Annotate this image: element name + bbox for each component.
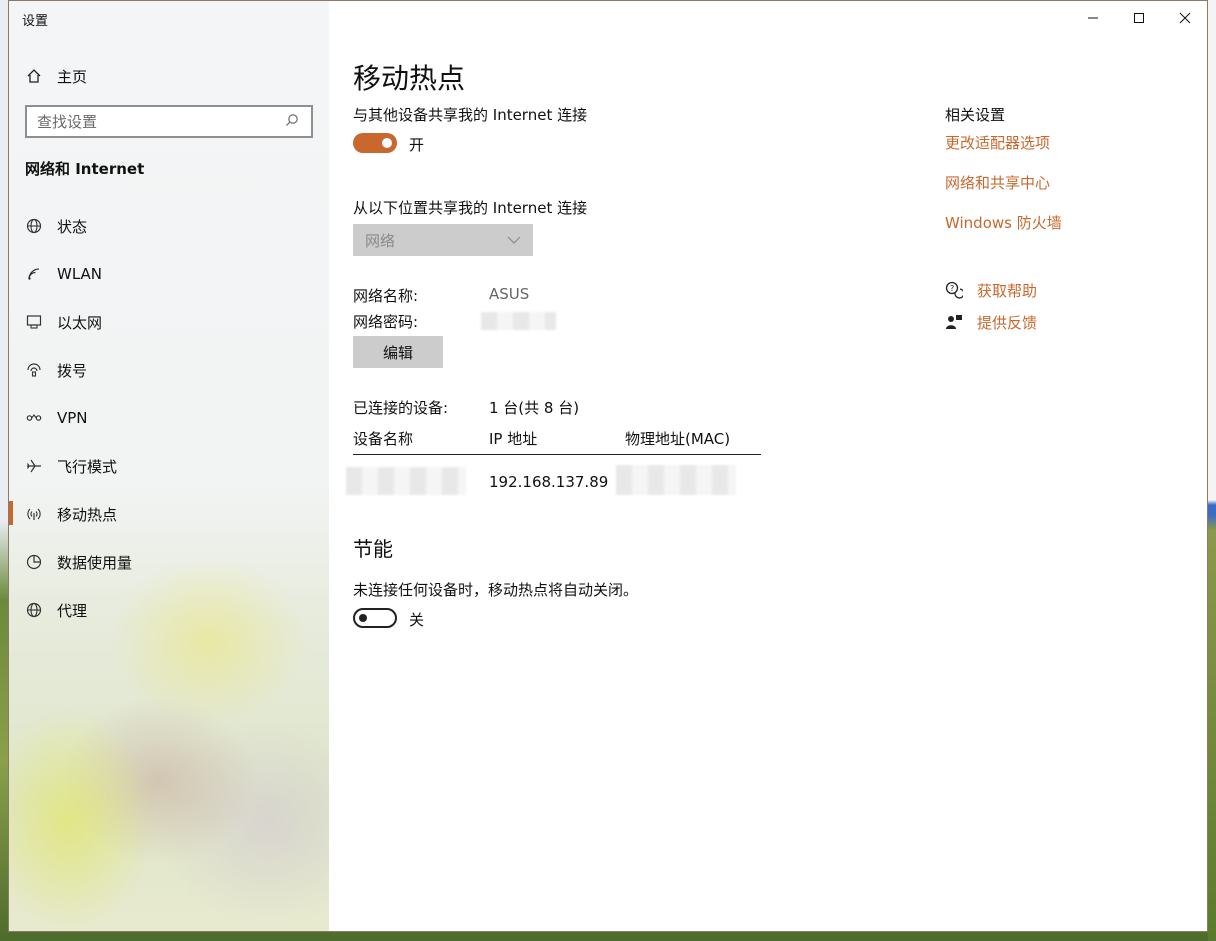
- sidebar-item-label: 主页: [57, 67, 88, 86]
- related-settings-title: 相关设置: [945, 106, 1006, 124]
- network-name-label: 网络名称:: [353, 287, 419, 305]
- network-password-value: [481, 312, 556, 330]
- sidebar-item-label: 以太网: [57, 313, 103, 332]
- sidebar-item-label: WLAN: [57, 265, 103, 283]
- dialup-icon: [25, 361, 43, 379]
- globe-status-icon: [25, 217, 43, 235]
- help-chat-icon: ?: [945, 281, 965, 303]
- chevron-down-icon: [507, 236, 521, 244]
- main-content: 移动热点 与其他设备共享我的 Internet 连接 开 从以下位置共享我的 I…: [329, 1, 1207, 931]
- hotspot-icon: [25, 505, 43, 523]
- sidebar-item-label: 代理: [57, 601, 88, 620]
- get-help-link[interactable]: 获取帮助: [977, 280, 1037, 301]
- svg-text:?: ?: [950, 284, 954, 293]
- share-from-select[interactable]: 网络: [353, 224, 533, 256]
- share-from-label: 从以下位置共享我的 Internet 连接: [353, 199, 588, 217]
- network-password-label: 网络密码:: [353, 313, 419, 331]
- power-saving-toggle-state: 关: [409, 611, 425, 629]
- share-toggle[interactable]: [353, 133, 397, 153]
- search-input[interactable]: 查找设置: [27, 111, 285, 132]
- network-name-value: ASUS: [489, 285, 530, 303]
- sidebar-item-label: 状态: [57, 217, 88, 236]
- wifi-icon: [25, 265, 43, 283]
- search-box[interactable]: 查找设置: [25, 105, 313, 138]
- column-header-device-name: 设备名称: [353, 430, 414, 448]
- home-icon: [25, 67, 43, 85]
- settings-window: 主页 查找设置 网络和 Internet 状态 WLAN 以太网 拨号 VPN …: [8, 0, 1208, 932]
- vpn-icon: [25, 409, 43, 427]
- power-saving-toggle[interactable]: [353, 608, 397, 628]
- active-indicator: [9, 501, 13, 525]
- sidebar-item-hotspot[interactable]: 移动热点: [25, 499, 117, 529]
- sidebar-item-status[interactable]: 状态: [25, 211, 87, 241]
- globe-proxy-icon: [25, 601, 43, 619]
- adapter-options-link[interactable]: 更改适配器选项: [945, 132, 1050, 153]
- search-icon[interactable]: [285, 113, 311, 131]
- connected-devices-count: 1 台(共 8 台): [489, 399, 580, 417]
- give-feedback-link[interactable]: 提供反馈: [977, 312, 1037, 333]
- feedback-icon: [945, 313, 963, 335]
- sidebar-item-label: 飞行模式: [57, 457, 118, 476]
- sidebar-item-vpn[interactable]: VPN: [25, 403, 88, 433]
- toggle-knob: [359, 614, 367, 622]
- sidebar-item-airplane[interactable]: 飞行模式: [25, 451, 117, 481]
- airplane-icon: [25, 457, 43, 475]
- toggle-knob: [382, 138, 392, 148]
- power-saving-description: 未连接任何设备时，移动热点将自动关闭。: [353, 581, 639, 599]
- column-header-ip: IP 地址: [489, 430, 538, 448]
- device-name-cell: [346, 467, 466, 495]
- column-header-mac: 物理地址(MAC): [625, 430, 731, 448]
- window-title: 设置: [22, 14, 49, 29]
- sidebar-item-data-usage[interactable]: 数据使用量: [25, 547, 132, 577]
- edit-button[interactable]: 编辑: [353, 336, 443, 368]
- sidebar-item-label: VPN: [57, 409, 88, 427]
- share-label: 与其他设备共享我的 Internet 连接: [353, 106, 588, 124]
- sidebar: 主页 查找设置 网络和 Internet 状态 WLAN 以太网 拨号 VPN …: [9, 1, 329, 931]
- share-toggle-state: 开: [409, 136, 425, 154]
- sidebar-item-label: 拨号: [57, 361, 88, 380]
- device-ip-cell: 192.168.137.89: [489, 473, 609, 491]
- power-saving-title: 节能: [353, 537, 393, 561]
- sidebar-item-home[interactable]: 主页: [25, 62, 87, 90]
- network-sharing-center-link[interactable]: 网络和共享中心: [945, 172, 1050, 193]
- sidebar-item-label: 移动热点: [57, 505, 118, 524]
- windows-firewall-link[interactable]: Windows 防火墙: [945, 212, 1062, 233]
- desktop-edge: [1208, 0, 1216, 941]
- sidebar-item-label: 数据使用量: [57, 553, 133, 572]
- sidebar-item-proxy[interactable]: 代理: [25, 595, 87, 625]
- ethernet-icon: [25, 313, 43, 331]
- data-usage-icon: [25, 553, 43, 571]
- sidebar-section-title: 网络和 Internet: [25, 160, 145, 178]
- page-title: 移动热点: [353, 62, 466, 95]
- table-header-divider: [353, 454, 761, 455]
- sidebar-item-dialup[interactable]: 拨号: [25, 355, 87, 385]
- connected-devices-label: 已连接的设备:: [353, 399, 449, 417]
- sidebar-item-ethernet[interactable]: 以太网: [25, 307, 102, 337]
- device-mac-cell: [616, 465, 736, 495]
- share-from-selected: 网络: [365, 231, 396, 250]
- sidebar-item-wlan[interactable]: WLAN: [25, 259, 102, 289]
